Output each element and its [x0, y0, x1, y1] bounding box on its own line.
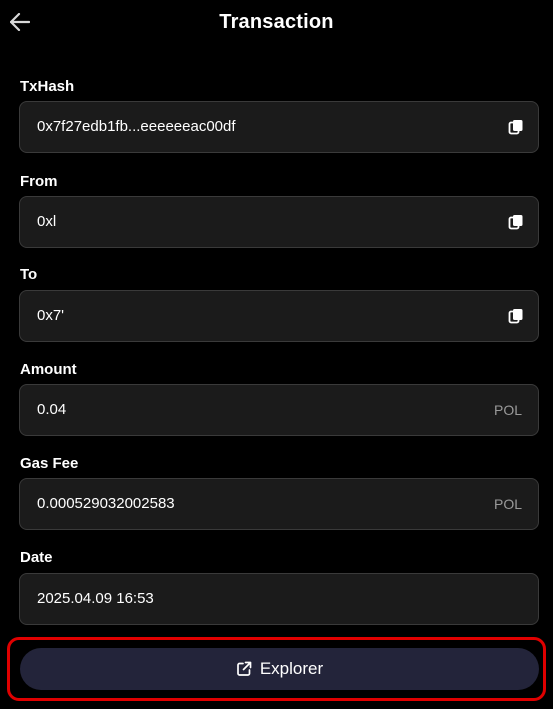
to-field: 0x7': [19, 290, 539, 342]
copy-to-button[interactable]: [508, 308, 524, 324]
amount-field: 0.04 POL: [19, 384, 539, 436]
external-link-icon: [236, 661, 252, 677]
copy-from-button[interactable]: [508, 214, 524, 230]
date-field: 2025.04.09 16:53: [19, 573, 539, 625]
header: Transaction: [0, 0, 553, 46]
date-value: 2025.04.09 16:53: [37, 590, 154, 607]
copy-txhash-button[interactable]: [508, 119, 524, 135]
gas-fee-field: 0.000529032002583 POL: [19, 478, 539, 530]
txhash-field: 0x7f27edb1fb...eeeeeeac00df: [19, 101, 539, 153]
txhash-value: 0x7f27edb1fb...eeeeeeac00df: [37, 118, 236, 135]
amount-label: Amount: [20, 361, 77, 378]
txhash-label: TxHash: [20, 78, 75, 95]
to-value: 0x7': [37, 307, 65, 324]
from-label: From: [20, 173, 58, 190]
explorer-button[interactable]: Explorer: [20, 648, 539, 690]
explorer-button-label: Explorer: [259, 659, 324, 678]
amount-value: 0.04: [37, 401, 67, 418]
gas-fee-unit: POL: [493, 496, 522, 512]
date-label: Date: [20, 549, 53, 566]
gas-fee-label: Gas Fee: [20, 455, 79, 472]
to-label: To: [20, 266, 38, 283]
copy-icon: [508, 120, 523, 135]
gas-fee-value: 0.000529032002583: [37, 495, 175, 512]
copy-icon: [508, 215, 523, 230]
from-field: 0xl: [19, 196, 539, 248]
page-title: Transaction: [219, 11, 334, 33]
from-value: 0xl: [37, 213, 57, 230]
copy-icon: [508, 309, 523, 324]
amount-unit: POL: [493, 402, 522, 418]
